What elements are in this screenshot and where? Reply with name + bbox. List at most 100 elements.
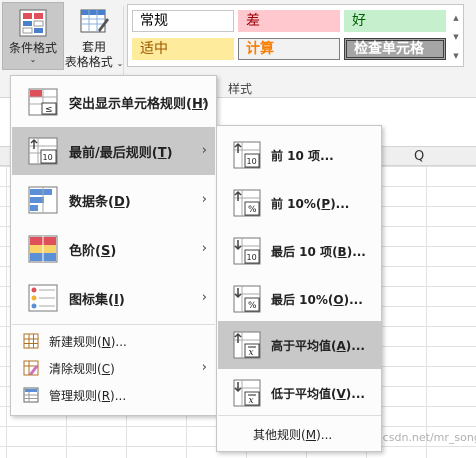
menu-label-top-bottom-rules: 最前/最后规则(T) [69,145,173,161]
new-rule-icon [23,333,39,349]
chevron-right-icon: › [201,192,207,207]
accelerator-key: T [157,145,167,161]
submenu-label-text: 其他规则 [253,428,302,442]
submenu-item-top-10-percent[interactable]: % 前 10%(P)... [218,179,381,227]
data-bars-icon [28,186,58,214]
submenu-label-text: 最后 10% [271,292,328,307]
menu-item-new-rule[interactable]: 新建规则(N)... [12,328,215,354]
chevron-right-icon: › [201,360,207,375]
menu-label-text: 数据条 [69,194,109,210]
submenu-item-more-rules[interactable]: 其他规则(M)... [253,426,332,443]
submenu-item-above-average[interactable]: x 高于平均值(A)... [218,321,381,369]
chevron-right-icon: › [201,290,207,305]
style-check-cell[interactable]: 检查单元格 [344,38,446,60]
styles-group-label: 样式 [228,82,253,96]
submenu-item-below-average[interactable]: x 低于平均值(V)... [218,369,381,417]
submenu-label-text: 低于平均值 [271,386,332,401]
above-average-icon: x [233,331,261,359]
menu-label-text: 图标集 [69,292,109,308]
format-as-table-icon [80,9,109,33]
menu-label-clear-rules: 清除规则(C) [49,361,115,376]
chevron-right-icon: › [201,143,207,158]
conditional-formatting-label: 条件格式 [8,41,57,55]
format-as-table-label-1: 套用 [81,40,106,54]
svg-text:10: 10 [247,253,257,262]
chevron-right-icon: › [201,241,207,256]
accelerator-key: M [305,428,317,442]
style-calculation[interactable]: 计算 [238,38,340,60]
menu-label-suffix: ... [114,388,127,403]
below-average-icon: x [233,379,261,407]
scroll-up-icon[interactable]: ▲ [453,14,458,22]
menu-item-color-scales[interactable]: 色阶(S) › [12,225,215,273]
menu-item-top-bottom-rules[interactable]: 10 最前/最后规则(T) › [12,127,215,175]
submenu-item-bottom-10-items[interactable]: 10 最后 10 项(B)... [218,227,381,275]
submenu-label-suffix: ... [335,196,350,211]
accelerator-key: R [101,388,111,403]
top-bottom-rules-submenu: 10 前 10 项... % 前 10%(P)... 10 最后 10 项(B)… [216,125,382,452]
submenu-label-text: 前 10% [271,196,316,211]
submenu-label-suffix: ... [320,428,333,442]
top-10-items-icon: 10 [233,141,261,169]
submenu-item-bottom-10-percent[interactable]: % 最后 10%(O)... [218,275,381,323]
menu-label-new-rule: 新建规则(N)... [49,334,127,349]
top-10-percent-icon: % [233,189,261,217]
submenu-label-above-average: 高于平均值(A)... [271,338,365,353]
menu-separator [12,324,215,325]
conditional-formatting-button[interactable]: 条件格式 ⌄ [2,2,64,70]
submenu-label-top-10-items: 前 10 项... [271,147,334,164]
submenu-label-suffix: ... [351,338,365,353]
menu-label-text: 突出显示单元格规则 [69,96,187,112]
menu-label-suffix: ... [115,334,127,349]
cell-styles-gallery: 常规 差 好 适中 计算 检查单元格 ▲ ▼ ▼ [127,4,464,67]
submenu-label-suffix: ... [351,386,365,401]
menu-item-icon-sets[interactable]: 图标集(I) › [12,274,215,322]
gallery-scroll[interactable]: ▲ ▼ ▼ [450,9,462,65]
scroll-down-icon[interactable]: ▼ [453,33,458,41]
expand-gallery-icon[interactable]: ▼ [453,52,458,60]
menu-item-clear-rules[interactable]: 清除规则(C) › [12,355,215,381]
accelerator-key: N [101,334,111,349]
accelerator-key: S [100,243,111,259]
style-good[interactable]: 好 [344,10,446,32]
format-as-table-button[interactable]: 套用 表格格式 ⌄ [64,2,124,70]
svg-text:10: 10 [247,157,257,166]
menu-label-text: 管理规则 [49,388,98,403]
accelerator-key: C [101,361,111,376]
color-scales-icon [28,235,58,263]
format-as-table-label-2-text: 表格格式 [64,55,113,69]
submenu-label-suffix: ... [352,244,366,259]
conditional-formatting-menu: ≤ 突出显示单元格规则(H) › 10 最前/最后规则(T) › 数据条(D) … [10,75,217,416]
submenu-label-bottom-10-percent: 最后 10%(O)... [271,292,363,307]
menu-item-highlight-cells-rules[interactable]: ≤ 突出显示单元格规则(H) › [12,78,215,126]
submenu-label-text: 前 10 项 [271,148,321,163]
submenu-label-top-10-percent: 前 10%(P)... [271,196,350,211]
highlight-cells-rules-icon: ≤ [28,88,58,116]
submenu-item-top-10-items[interactable]: 10 前 10 项... [218,131,381,179]
accelerator-key: A [336,338,346,353]
accelerator-key: O [333,292,344,307]
menu-label-text: 清除规则 [49,361,98,376]
svg-text:%: % [248,301,257,311]
style-normal[interactable]: 常规 [132,10,234,32]
submenu-label-below-average: 低于平均值(V)... [271,386,365,401]
icon-sets-icon [28,284,58,312]
svg-text:%: % [248,205,257,215]
bottom-10-items-icon: 10 [233,237,261,265]
svg-text:x: x [249,396,254,406]
chevron-right-icon: › [201,94,207,109]
style-neutral[interactable]: 适中 [132,38,234,60]
column-header-q[interactable]: Q [414,149,424,164]
menu-item-data-bars[interactable]: 数据条(D) › [12,176,215,224]
svg-text:10: 10 [43,153,53,162]
menu-label-color-scales: 色阶(S) [69,243,117,259]
menu-label-manage-rules: 管理规则(R)... [49,388,127,403]
accelerator-key: P [321,196,331,211]
submenu-label-bottom-10-items: 最后 10 项(B)... [271,244,366,259]
submenu-label-text: 高于平均值 [271,338,332,353]
svg-text:≤: ≤ [45,105,53,115]
clear-rules-icon [23,360,39,376]
style-bad[interactable]: 差 [238,10,340,32]
menu-item-manage-rules[interactable]: 管理规则(R)... [12,382,215,408]
menu-label-data-bars: 数据条(D) [69,194,131,210]
